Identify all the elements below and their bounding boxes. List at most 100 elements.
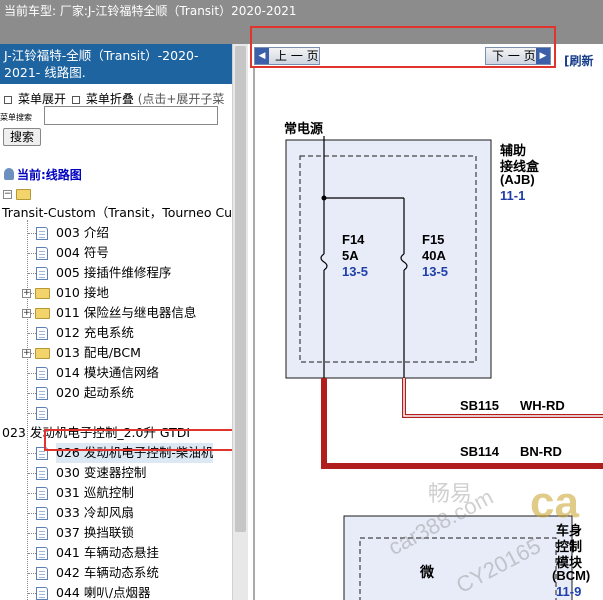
f14-amp: 5A bbox=[342, 248, 359, 263]
tree-item[interactable]: +010 接地 bbox=[0, 283, 232, 303]
f14-ref-link[interactable]: 13-5 bbox=[342, 264, 368, 279]
tree-connector bbox=[28, 513, 36, 514]
tree-item[interactable]: 030 变速器控制 bbox=[0, 463, 232, 483]
tree-item-label: 030 变速器控制 bbox=[56, 465, 147, 480]
refresh-link[interactable]: [刷新 bbox=[564, 52, 594, 69]
ajb-code: (AJB) bbox=[500, 172, 535, 187]
tree-item-label: 013 配电/BCM bbox=[56, 345, 141, 360]
search-input[interactable] bbox=[44, 106, 218, 125]
tree-root-folder[interactable]: − bbox=[0, 184, 232, 204]
document-icon bbox=[36, 487, 48, 500]
tree-item-label: 033 冷却风扇 bbox=[56, 505, 134, 520]
document-icon bbox=[36, 367, 48, 380]
wh-rd-label: WH-RD bbox=[520, 398, 565, 413]
current-location-label: 当前:线路图 bbox=[17, 168, 82, 182]
sb115-label: SB115 bbox=[460, 398, 500, 413]
tree-item[interactable]: 042 车辆动态系统 bbox=[0, 563, 232, 583]
ajb-box bbox=[285, 139, 492, 379]
tree-item[interactable]: 005 接插件维修程序 bbox=[0, 263, 232, 283]
bn-rd-label: BN-RD bbox=[520, 444, 562, 459]
document-icon bbox=[36, 587, 48, 600]
tree-item[interactable]: 004 符号 bbox=[0, 243, 232, 263]
search-label: 菜单搜索 bbox=[0, 113, 32, 122]
current-location: 当前:线路图 bbox=[4, 166, 82, 183]
expand-square-icon bbox=[4, 95, 12, 104]
document-icon bbox=[36, 507, 48, 520]
tree-item[interactable]: 031 巡航控制 bbox=[0, 483, 232, 503]
tree-root-label[interactable]: Transit-Custom（Transit，Tourneo Cu bbox=[0, 203, 232, 223]
tree-item-label: 003 介绍 bbox=[56, 225, 109, 240]
document-icon bbox=[36, 407, 48, 420]
document-icon bbox=[36, 267, 48, 280]
tree-item[interactable]: 033 冷却风扇 bbox=[0, 503, 232, 523]
f15-ref-link[interactable]: 13-5 bbox=[422, 264, 448, 279]
tree-item-label: 004 符号 bbox=[56, 245, 109, 260]
document-icon bbox=[36, 567, 48, 580]
collapse-minus-icon[interactable]: − bbox=[3, 190, 12, 199]
f15-amp: 40A bbox=[422, 248, 446, 263]
ajb-ref-link[interactable]: 11-1 bbox=[500, 188, 525, 203]
sidebar-scrollbar-thumb[interactable] bbox=[235, 46, 246, 532]
f14-name: F14 bbox=[342, 232, 365, 247]
tree-item-label: 014 模块通信网络 bbox=[56, 365, 159, 380]
expand-plus-icon[interactable]: + bbox=[22, 309, 31, 318]
tree-item-label: 005 接插件维修程序 bbox=[56, 265, 172, 280]
tree-item[interactable]: 012 充电系统 bbox=[0, 323, 232, 343]
expand-all-link[interactable]: 菜单展开 bbox=[18, 92, 66, 106]
tree-connector bbox=[28, 593, 36, 594]
bcm-code: (BCM) bbox=[552, 568, 591, 583]
current-vehicle-text: 当前车型: 厂家:J-江铃福特全顺（Transit）2020-2021 bbox=[4, 4, 297, 18]
sidebar-title: J-江铃福特-全顺（Transit）-2020-2021- 线路图. bbox=[0, 44, 232, 84]
search-button[interactable]: 搜索 bbox=[3, 128, 41, 146]
document-icon bbox=[36, 467, 48, 480]
tree-item[interactable]: 014 模块通信网络 bbox=[0, 363, 232, 383]
collapse-all-link[interactable]: 菜单折叠 bbox=[86, 92, 134, 106]
tree-item-label: 031 巡航控制 bbox=[56, 485, 134, 500]
location-pin-icon bbox=[4, 168, 14, 180]
current-vehicle-bar: 当前车型: 厂家:J-江铃福特全顺（Transit）2020-2021 bbox=[0, 0, 603, 22]
tree-connector bbox=[28, 493, 36, 494]
tree-item[interactable]: 003 介绍 bbox=[0, 223, 232, 243]
watermark-logo: ca bbox=[530, 478, 579, 527]
tree-item[interactable]: 041 车辆动态悬挂 bbox=[0, 543, 232, 563]
collapse-hint: (点击+展开子菜 bbox=[137, 92, 225, 106]
tree-connector bbox=[28, 573, 36, 574]
expand-plus-icon[interactable]: + bbox=[22, 349, 31, 358]
nav-highlight-box bbox=[250, 26, 556, 68]
folder-icon bbox=[35, 348, 50, 359]
bcm-ref-link[interactable]: 11-9 bbox=[556, 584, 581, 599]
expand-plus-icon[interactable]: + bbox=[22, 289, 31, 298]
tree-item[interactable]: 044 喇叭/点烟器 bbox=[0, 583, 232, 600]
tree-connector bbox=[28, 333, 36, 334]
tree-item[interactable] bbox=[0, 403, 232, 423]
folder-open-icon bbox=[16, 189, 31, 200]
tree-item-label: 041 车辆动态悬挂 bbox=[56, 545, 159, 560]
tree-connector bbox=[28, 233, 36, 234]
sidebar-scrollbar[interactable] bbox=[232, 44, 248, 600]
tree-connector bbox=[28, 273, 36, 274]
sb114-label: SB114 bbox=[460, 444, 500, 459]
tree-item[interactable]: +013 配电/BCM bbox=[0, 343, 232, 363]
power-label: 常电源 bbox=[284, 121, 324, 136]
wiring-diagram: 常电源 辅助 接线盒 (AJB) 11-1 F14 5A 13-5 F15 40… bbox=[248, 68, 603, 600]
document-icon bbox=[36, 527, 48, 540]
diagram-viewer: ◀ 上 一 页 下 一 页 ▶ [刷新 常电源 辅助 接线盒 (AJB) 11-… bbox=[248, 44, 603, 600]
tree-item-label: 037 换挡联锁 bbox=[56, 525, 134, 540]
tree-root-text: Transit-Custom（Transit，Tourneo Cu bbox=[2, 205, 233, 220]
tree-connector bbox=[28, 473, 36, 474]
f15-name: F15 bbox=[422, 232, 445, 247]
document-icon bbox=[36, 227, 48, 240]
document-icon bbox=[36, 327, 48, 340]
menu-toggle-row: 菜单展开 菜单折叠 (点击+展开子菜 bbox=[2, 90, 224, 107]
tree-connector bbox=[28, 553, 36, 554]
tree-connector bbox=[28, 533, 36, 534]
collapse-square-icon bbox=[71, 95, 80, 104]
tree-connector bbox=[28, 373, 36, 374]
tree-item[interactable]: +011 保险丝与继电器信息 bbox=[0, 303, 232, 323]
tree-item[interactable]: 037 换挡联锁 bbox=[0, 523, 232, 543]
tree-connector bbox=[28, 413, 36, 414]
sb115-wire-inner bbox=[403, 378, 603, 417]
folder-icon bbox=[35, 308, 50, 319]
tree-item-label: 042 车辆动态系统 bbox=[56, 565, 159, 580]
tree-item[interactable]: 020 起动系统 bbox=[0, 383, 232, 403]
